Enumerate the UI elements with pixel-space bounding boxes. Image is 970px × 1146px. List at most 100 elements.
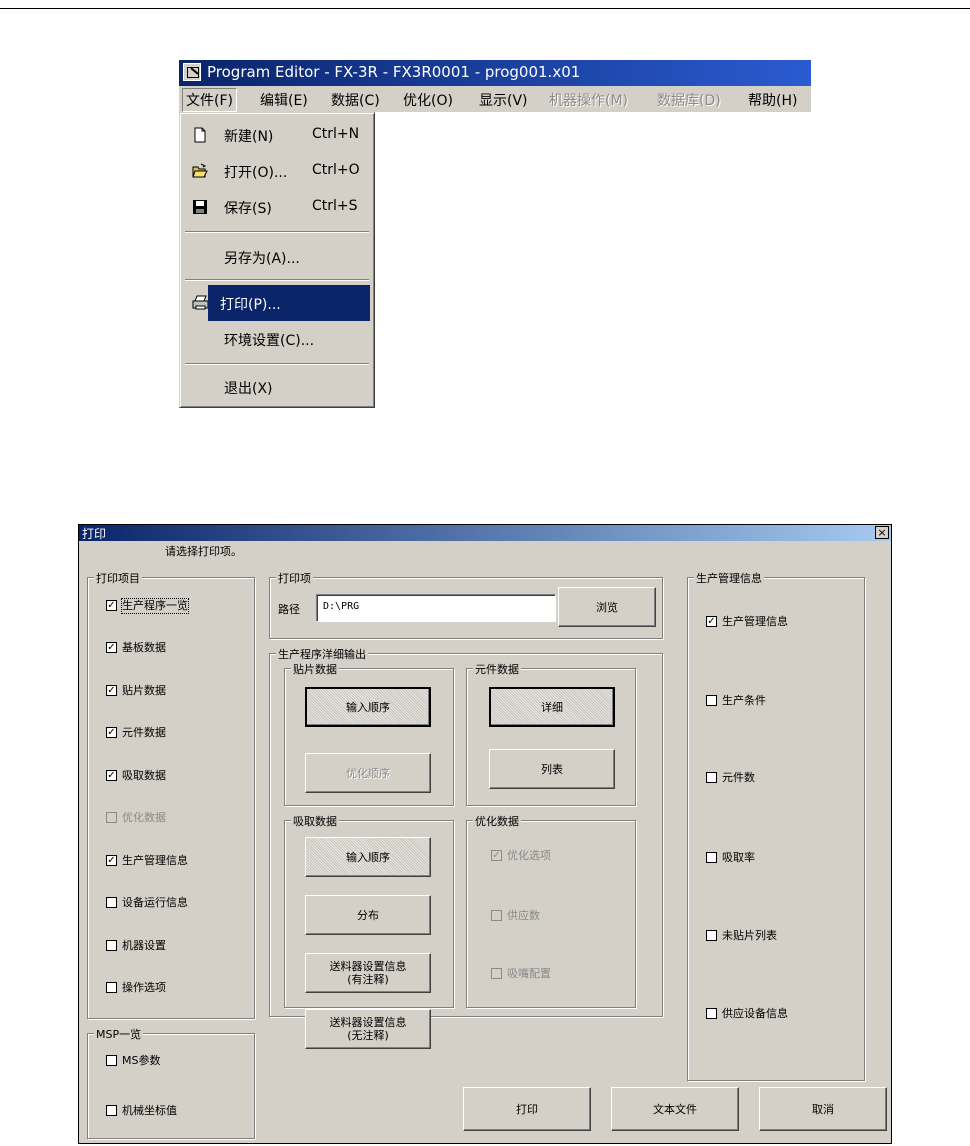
print-button[interactable]: 打印 [463,1087,591,1131]
group-label: 优化数据 [473,813,521,829]
dialog-hint: 请选择打印项。 [165,545,242,558]
menu-item-label: 环境设置(C)... [224,333,315,349]
checkbox-label: 机器设置 [122,939,166,952]
print-target-group: 打印项 路径 D:\PRG 浏览 [269,570,663,639]
group-label: MSP一览 [94,1026,144,1042]
menu-item-save[interactable]: 保存(S) Ctrl+S [184,189,370,225]
menu-item-label: 保存(S) [224,201,272,217]
pickup-distribution-button[interactable]: 分布 [305,895,431,935]
checkbox-label: 基板数据 [122,641,166,654]
checkbox-label: 生产条件 [722,694,766,707]
program-editor-window: Program Editor - FX-3R - FX3R0001 - prog… [179,60,811,408]
check-mark-icon: ✓ [106,685,117,696]
checkbox-label: 贴片数据 [122,684,166,697]
checkbox-label: 供应数 [507,909,540,922]
checkbox-label: 生产管理信息 [122,854,188,867]
page-top-rule [0,8,970,9]
group-label: 打印项 [276,570,313,586]
open-folder-icon [192,163,208,178]
menu-machine-operation: 机器操作(M) [549,93,629,109]
app-icon [183,63,201,81]
window-title: Program Editor - FX-3R - FX3R0001 - prog… [207,63,581,81]
menu-item-label: 打印(P)... [220,297,281,313]
checkbox-label: 优化选项 [507,849,551,862]
checkbox-label: 机械坐标值 [122,1104,177,1117]
file-menu-dropdown: 新建(N) Ctrl+N 打开(O)... Ctrl+O 保存(S) Ctrl+… [179,112,375,408]
print-dialog: 打印 × 请选择打印项。 打印项目 ✓ 生产程序一览 ✓ 基板数据 ✓ 贴片数据 ✓ 元… [78,524,892,1144]
check-mark-icon: ✓ [706,616,717,627]
button-line: 送料器设置信息 [329,960,407,973]
checkbox-label: 设备运行信息 [122,896,188,909]
menu-item-label: 退出(X) [224,381,273,397]
menu-file[interactable]: 文件(F) [182,88,237,112]
production-info-group: 生产管理信息 ✓ 生产管理信息 生产条件 元件数 吸取率 未贴片列表 供应设备信息 [687,570,865,1081]
menu-item-shortcut: Ctrl+O [312,162,360,178]
placement-input-order-button[interactable]: 输入顺序 [305,687,431,727]
menu-item-shortcut: Ctrl+S [312,198,358,214]
menu-item-label: 另存为(A)... [224,251,300,267]
menu-edit[interactable]: 编辑(E) [260,90,308,110]
checkbox-label: 优化数据 [122,811,166,824]
checkbox-label: 生产管理信息 [722,615,788,628]
menu-item-label: 新建(N) [224,129,274,145]
feeder-settings-plain-button[interactable]: 送料器设置信息 (无注释) [305,1009,431,1049]
checkbox-label: 吸取率 [722,851,755,864]
path-input[interactable]: D:\PRG [316,594,556,622]
checkbox-label: 吸嘴配置 [507,967,551,980]
check-mark-icon: ✓ [106,770,117,781]
group-label: 元件数据 [473,661,521,677]
path-label: 路径 [278,603,300,616]
text-file-button[interactable]: 文本文件 [611,1087,739,1131]
menu-item-open[interactable]: 打开(O)... Ctrl+O [184,153,370,189]
dialog-title-bar: 打印 × [79,525,891,541]
menu-optimize[interactable]: 优化(O) [403,90,453,110]
checkbox-label: 供应设备信息 [722,1007,788,1020]
pickup-input-order-button[interactable]: 输入顺序 [305,837,431,877]
menu-separator [185,279,369,281]
menu-item-save-as[interactable]: 另存为(A)... [184,239,370,275]
msp-list-group: MSP一览 MS参数 机械坐标值 [87,1026,255,1139]
browse-button[interactable]: 浏览 [558,587,656,627]
menu-view[interactable]: 显示(V) [479,90,528,110]
menu-item-label: 打开(O)... [224,165,288,181]
menu-item-new[interactable]: 新建(N) Ctrl+N [184,117,370,153]
window-title-bar: Program Editor - FX-3R - FX3R0001 - prog… [179,60,811,86]
checkbox-label: 操作选项 [122,981,166,994]
checkbox-label: 吸取数据 [122,769,166,782]
group-label: 贴片数据 [291,661,339,677]
feeder-settings-annotated-button[interactable]: 送料器设置信息 (有注释) [305,953,431,993]
checkbox-label: MS参数 [122,1054,161,1067]
menu-database: 数据库(D) [657,93,721,109]
check-mark-icon: ✓ [106,642,117,653]
close-icon[interactable]: × [875,526,889,539]
menu-bar: 文件(F) 编辑(E) 数据(C) 优化(O) 显示(V) 机器操作(M) 数据… [179,86,811,112]
check-mark-icon: ✓ [106,727,117,738]
component-list-button[interactable]: 列表 [489,749,615,789]
menu-item-exit[interactable]: 退出(X) [184,369,370,405]
menu-item-print[interactable]: 打印(P)... [208,285,370,321]
pickup-data-group: 吸取数据 输入顺序 分布 送料器设置信息 (有注释) [284,813,454,1008]
checkbox-label: 元件数 [722,771,755,784]
cancel-button[interactable]: 取消 [759,1087,887,1131]
group-label: 生产程序洋细输出 [276,646,368,662]
component-detail-button[interactable]: 详细 [489,687,615,727]
menu-separator [185,363,369,365]
group-label: 打印项目 [94,570,142,586]
print-items-group: 打印项目 ✓ 生产程序一览 ✓ 基板数据 ✓ 贴片数据 ✓ 元件数据 ✓ 吸取数据 优化数… [87,570,255,1019]
optimize-data-group: 优化数据 ✓ 优化选项 供应数 吸嘴配置 [466,813,636,1008]
placement-optimize-order-button: 优化顺序 [305,753,431,793]
menu-help[interactable]: 帮助(H) [748,90,797,110]
placement-data-group: 贴片数据 输入顺序 优化顺序 [284,661,454,806]
dialog-title: 打印 [82,527,107,541]
check-mark-icon: ✓ [106,600,117,611]
button-line: (无注释) [347,1029,389,1042]
floppy-save-icon [193,200,207,214]
detail-output-group: 生产程序洋细输出 贴片数据 输入顺序 优化顺序 元件数据 详细 列表 吸取数据 … [269,646,663,1017]
component-data-group: 元件数据 详细 列表 [466,661,636,806]
new-file-icon [194,127,206,143]
menu-item-environment-settings[interactable]: 环境设置(C)... [184,321,370,357]
check-mark-icon: ✓ [491,850,502,861]
checkbox-label: 未贴片列表 [722,929,777,942]
menu-data[interactable]: 数据(C) [331,90,380,110]
checkbox-label: 元件数据 [122,726,166,739]
